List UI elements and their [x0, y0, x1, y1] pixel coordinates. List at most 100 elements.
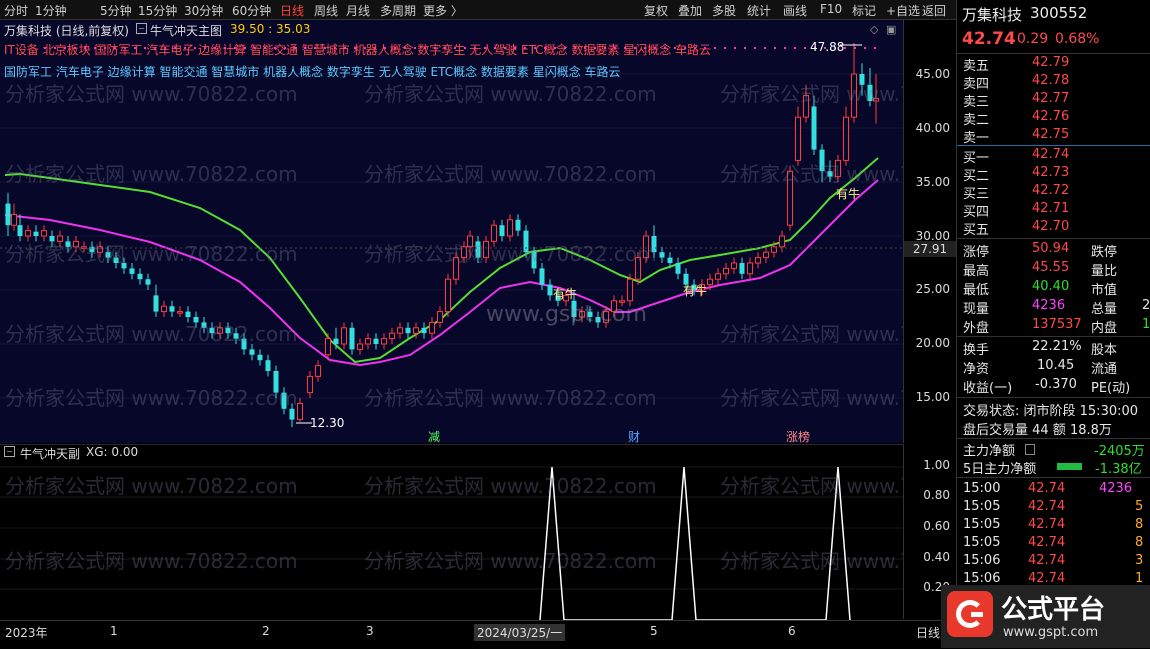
ask-label: 卖三 — [963, 95, 990, 110]
btn-mark[interactable]: 标记 — [852, 2, 876, 19]
main-indicator-name[interactable]: 牛气冲天主图 — [150, 22, 222, 39]
tab-1min[interactable]: 1分钟 — [35, 2, 67, 19]
flag-dot — [634, 47, 636, 49]
flag-dot — [64, 47, 66, 49]
btn-draw[interactable]: 画线 — [783, 2, 807, 19]
flag-dot — [334, 47, 336, 49]
sub-watermark-5: 分析家公式网 www.70822.com — [364, 549, 657, 573]
flag-dot — [174, 47, 176, 49]
flag-dot — [274, 47, 276, 49]
flag-dot — [264, 47, 266, 49]
stat-label: 现量 — [963, 302, 990, 317]
candle-body — [843, 116, 849, 161]
flag-dot — [764, 47, 766, 49]
btn-stats[interactable]: 统计 — [747, 2, 771, 19]
candle-body — [185, 311, 191, 317]
sub-watermark-3: 分析家公式网 www.70822.com — [720, 474, 903, 498]
sub-collapse-icon[interactable]: − — [4, 446, 15, 457]
btn-multistock[interactable]: 多股 — [712, 2, 736, 19]
ask-price[interactable]: 42.79 — [1032, 55, 1069, 70]
diamond-icon[interactable]: ◇ — [870, 23, 878, 36]
tab-5min[interactable]: 5分钟 — [100, 2, 132, 19]
watermark-4: 分析家公式网 www.70822.com — [5, 162, 298, 186]
tab-15min[interactable]: 15分钟 — [138, 2, 177, 19]
bid-price[interactable]: 42.73 — [1032, 165, 1069, 180]
candle-body — [265, 360, 271, 371]
tab-weekly[interactable]: 周线 — [314, 2, 338, 19]
window-icon[interactable]: ▣ — [886, 23, 896, 36]
tab-fenshi[interactable]: 分时 — [4, 2, 28, 19]
collapse-icon[interactable]: − — [136, 23, 147, 34]
btn-fuquan[interactable]: 复权 — [644, 2, 668, 19]
watermark-5: 分析家公式网 www.70822.com — [364, 162, 657, 186]
sub-indicator-chart[interactable]: − 牛气冲天副 XG: 0.00 分析家公式网 www.70822.com 分析… — [0, 444, 903, 620]
bid-price[interactable]: 42.71 — [1032, 201, 1069, 216]
candle-body — [169, 306, 175, 312]
watermark-3: 分析家公式网 www.70822.com — [720, 82, 903, 106]
sub-indicator-name[interactable]: 牛气冲天副 — [20, 445, 80, 462]
flag-dot — [804, 47, 806, 49]
signal-label-3: 有牛 — [553, 287, 578, 301]
flag-dot — [624, 47, 626, 49]
btn-overlay[interactable]: 叠加 — [678, 2, 702, 19]
tick-volume: 5 — [1135, 499, 1144, 514]
flag-dot — [544, 47, 546, 49]
watermark-gspt: www.gspt.com — [486, 302, 647, 327]
ask-price[interactable]: 42.75 — [1032, 127, 1069, 142]
flag-dot — [224, 47, 226, 49]
tick-volume: 4236 — [1099, 481, 1133, 496]
event-marker-jian[interactable]: 减 — [428, 428, 440, 443]
tick-volume: 8 — [1135, 517, 1144, 532]
bid-price[interactable]: 42.72 — [1032, 183, 1069, 198]
flag-dot — [514, 47, 516, 49]
btn-add-watch[interactable]: +自选 — [886, 2, 920, 19]
watermark-9: 分析家公式网 www.70822.com — [5, 322, 298, 346]
event-marker-zhangbang[interactable]: 涨榜 — [786, 428, 810, 443]
tab-daily[interactable]: 日线 — [280, 2, 304, 19]
candle-body — [731, 262, 737, 269]
ask-label: 卖二 — [963, 113, 990, 128]
flag-dot — [854, 47, 856, 49]
flag-dot — [464, 47, 466, 49]
sub-y-tick: 0.80 — [923, 488, 950, 502]
flag-dot — [604, 47, 606, 49]
main-kline-chart[interactable]: 分析家公式网 www.70822.com 分析家公式网 www.70822.co… — [0, 20, 903, 443]
flag-dot — [124, 47, 126, 49]
bid-label: 买三 — [963, 187, 990, 202]
stat-label: 净资 — [963, 362, 990, 377]
stat-label: 内盘 — [1091, 321, 1118, 336]
ask-label: 卖五 — [963, 59, 990, 74]
candle-body — [257, 354, 263, 361]
ask-price[interactable]: 42.77 — [1032, 91, 1069, 106]
ask-price[interactable]: 42.76 — [1032, 109, 1069, 124]
event-marker-cai[interactable]: 财 — [628, 428, 640, 443]
dot-row — [0, 39, 903, 49]
tab-30min[interactable]: 30分钟 — [184, 2, 223, 19]
flag-dot — [664, 47, 666, 49]
flag-dot — [644, 47, 646, 49]
sub-watermark-4: 分析家公式网 www.70822.com — [5, 549, 298, 573]
flag-dot — [144, 47, 146, 49]
btn-f10[interactable]: F10 — [820, 2, 842, 16]
candle-body — [11, 213, 17, 226]
stat-label: PE(动) — [1091, 381, 1131, 396]
ask-price[interactable]: 42.78 — [1032, 73, 1069, 88]
flag-dot — [114, 47, 116, 49]
watermark-6: 分析家公式网 www.70822.com — [720, 162, 903, 186]
tab-monthly[interactable]: 月线 — [346, 2, 370, 19]
tab-more[interactable]: 更多 〉 — [423, 2, 463, 19]
candle-body — [413, 327, 419, 334]
flag-dot — [94, 47, 96, 49]
flag-dot — [304, 47, 306, 49]
flag-dot — [874, 47, 876, 49]
bid-price[interactable]: 42.74 — [1032, 147, 1069, 162]
flag-dot — [654, 47, 656, 49]
tab-multi-period[interactable]: 多周期 — [380, 2, 416, 19]
candle-body — [397, 327, 403, 334]
candle-body — [161, 305, 167, 313]
btn-back[interactable]: 返回 — [922, 2, 946, 19]
tab-60min[interactable]: 60分钟 — [232, 2, 271, 19]
period-label[interactable]: 日线 — [916, 624, 940, 641]
bid-price[interactable]: 42.70 — [1032, 219, 1069, 234]
flag-dot — [704, 47, 706, 49]
